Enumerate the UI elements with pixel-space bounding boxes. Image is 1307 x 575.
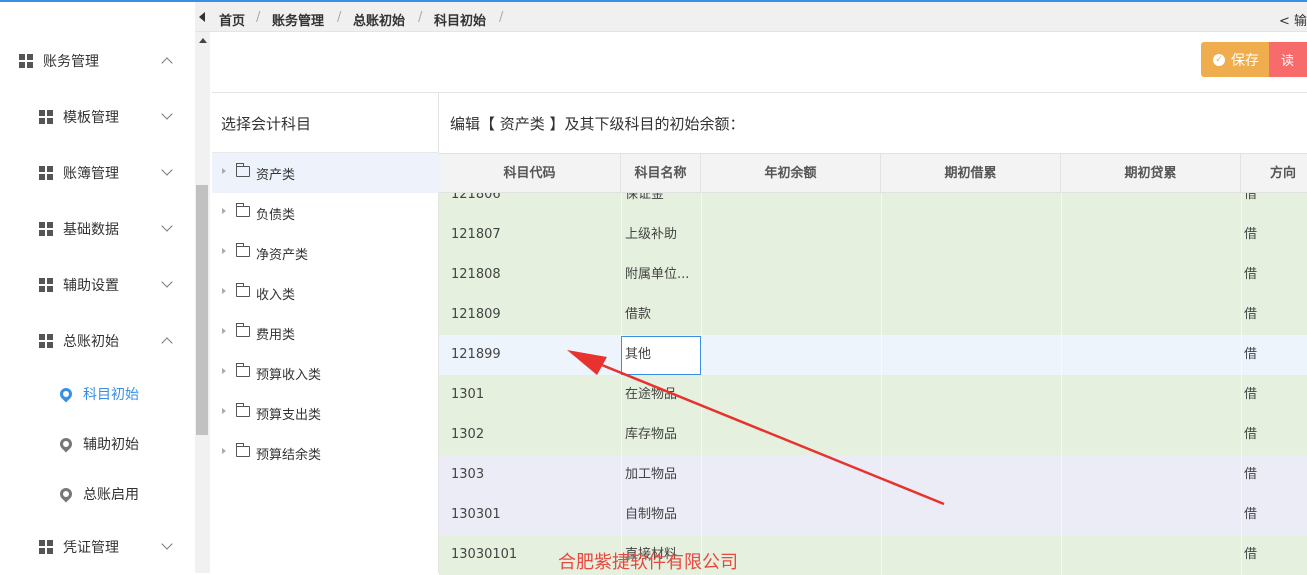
annotation-arrow	[567, 350, 945, 506]
company-watermark: 合肥紫捷软件有限公司	[558, 552, 738, 573]
